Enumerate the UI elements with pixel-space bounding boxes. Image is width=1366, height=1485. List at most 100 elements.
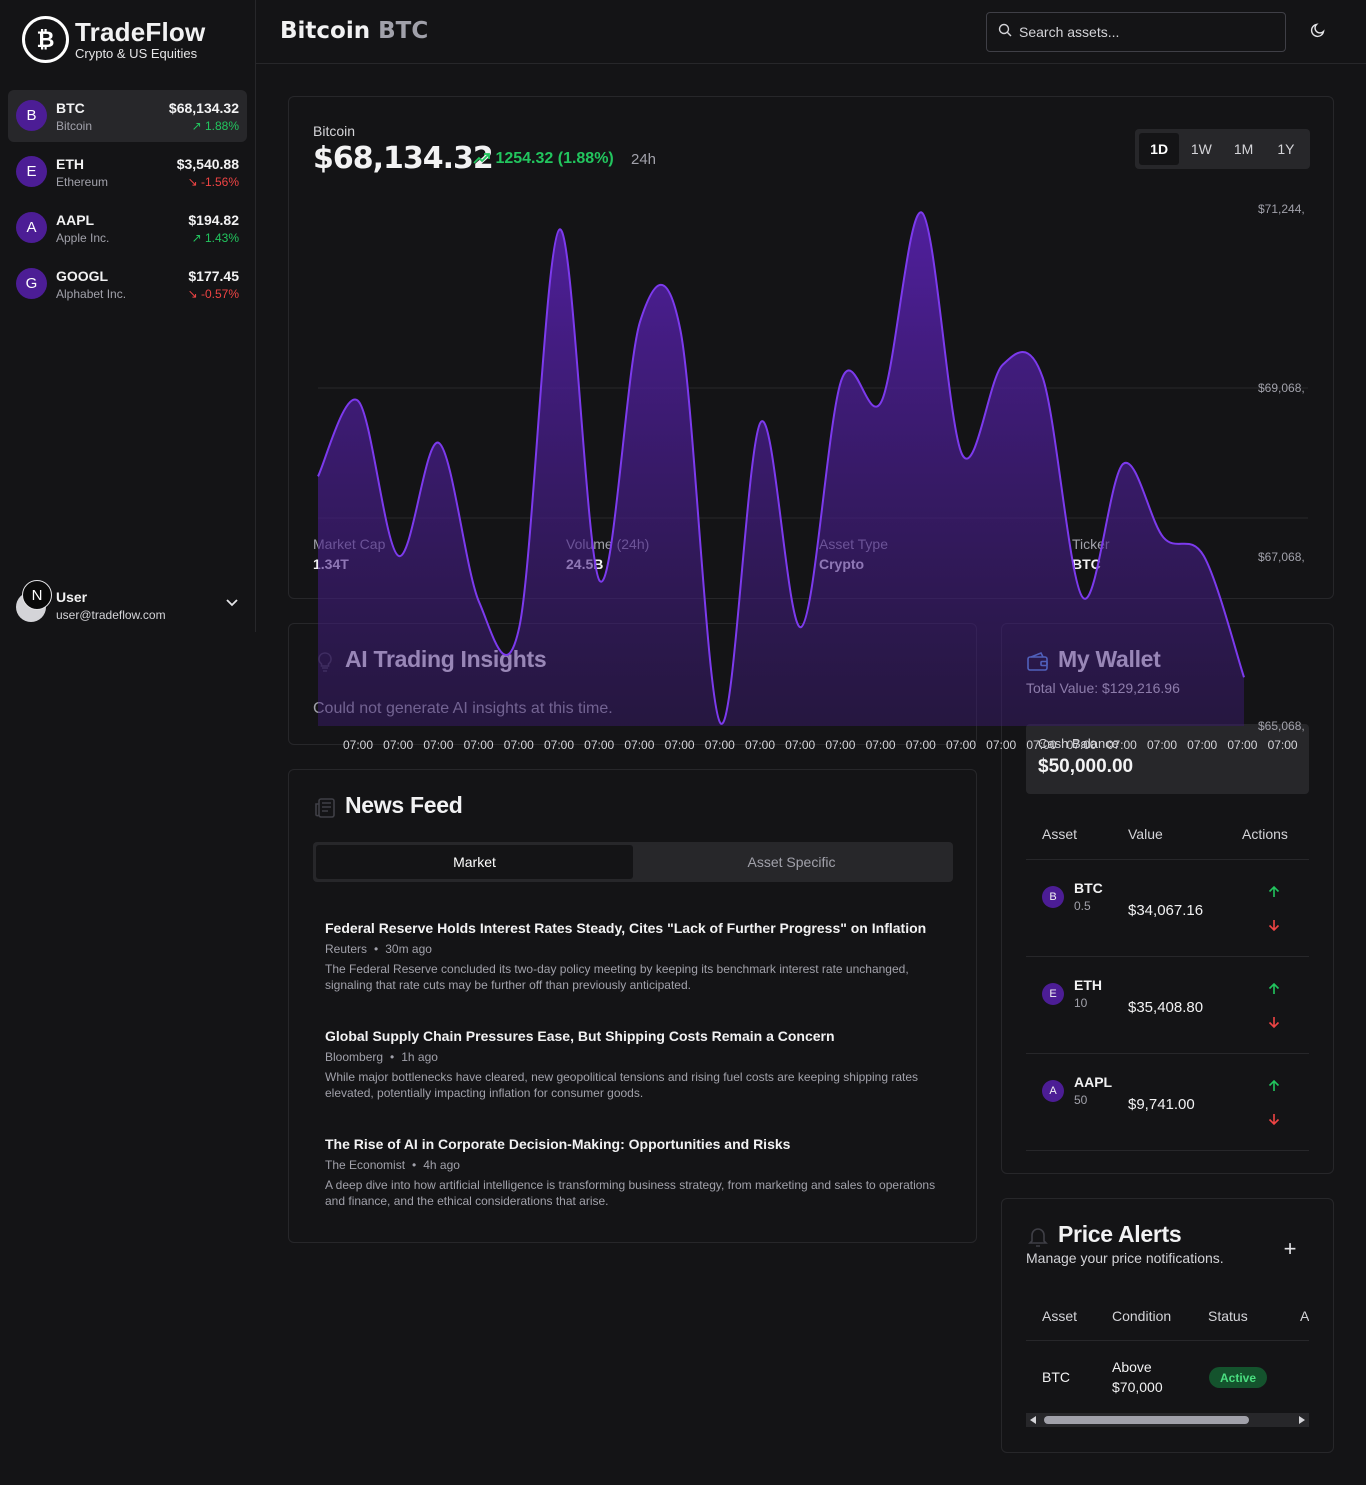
asset-avatar: B	[1042, 886, 1064, 908]
tab-1y[interactable]: 1Y	[1266, 133, 1306, 165]
alerts-table: Asset Condition Status A BTC Above $70,0…	[1026, 1295, 1309, 1413]
table-header: Asset Value Actions	[1026, 814, 1309, 860]
asset-change: ↗ 1.43%	[191, 231, 239, 245]
current-price: $68,134.32	[313, 141, 494, 176]
asset-price: $68,134.32	[168, 100, 239, 116]
asset-item-aapl[interactable]: A AAPL Apple Inc. $194.82 ↗ 1.43%	[8, 202, 247, 254]
user-name: User	[56, 589, 88, 605]
moon-icon	[1310, 23, 1325, 38]
ai-insights-message: Could not generate AI insights at this t…	[313, 700, 613, 717]
top-bar: Bitcoin BTC	[256, 0, 1366, 64]
trend-down-icon: ↘	[187, 287, 198, 301]
brand-name: TradeFlow	[75, 17, 206, 47]
asset-symbol: AAPL	[56, 212, 95, 228]
asset-change: ↗ 1.88%	[191, 119, 239, 133]
asset-price: $194.82	[188, 212, 239, 228]
news-summary: While major bottlenecks have cleared, ne…	[325, 1070, 918, 1100]
trend-down-icon: ↘	[187, 175, 198, 189]
tab-1w[interactable]: 1W	[1181, 133, 1221, 165]
horizontal-scrollbar[interactable]	[1026, 1413, 1309, 1427]
chevron-down-icon[interactable]	[226, 596, 238, 610]
asset-list: B BTC Bitcoin $68,134.32 ↗ 1.88% E ETH E…	[8, 90, 247, 314]
lightbulb-icon	[318, 652, 332, 672]
tab-market[interactable]: Market	[316, 845, 633, 879]
tab-1d[interactable]: 1D	[1139, 133, 1180, 165]
asset-name: Apple Inc.	[56, 231, 110, 245]
asset-symbol: GOOGL	[56, 268, 109, 284]
price-alerts-title: Price Alerts	[1058, 1221, 1182, 1247]
asset-avatar: A	[1042, 1080, 1064, 1102]
trend-up-icon: ↗	[191, 119, 202, 133]
asset-item-googl[interactable]: G GOOGL Alphabet Inc. $177.45 ↘ -0.57%	[8, 258, 247, 310]
user-menu[interactable]: N User user@tradeflow.com	[14, 578, 244, 624]
stat-volume: Volume (24h) 24.5B	[566, 536, 650, 572]
arrow-down-icon[interactable]	[1266, 1111, 1282, 1127]
wallet-title: My Wallet	[1058, 646, 1161, 672]
status-badge: Active	[1209, 1367, 1268, 1388]
table-row: BTC Above $70,000 Active	[1026, 1341, 1309, 1413]
news-title[interactable]: Global Supply Chain Pressures Ease, But …	[325, 1027, 945, 1045]
change-period: 24h	[631, 151, 657, 168]
news-meta: The Economist • 4h ago	[325, 1158, 460, 1172]
asset-avatar: E	[1042, 983, 1064, 1005]
asset-item-eth[interactable]: E ETH Ethereum $3,540.88 ↘ -1.56%	[8, 146, 247, 198]
asset-name: Alphabet Inc.	[56, 287, 127, 301]
ai-insights-title: AI Trading Insights	[345, 646, 547, 672]
search-input[interactable]	[1019, 13, 1279, 51]
chart-asset-name: Bitcoin	[313, 123, 356, 139]
bitcoin-logo-icon: ₿	[22, 16, 69, 63]
stat-asset-type: Asset Type Crypto	[819, 536, 889, 572]
news-feed-card: News Feed Market Asset Specific Federal …	[288, 769, 977, 1243]
wallet-card: My Wallet Total Value: $129,216.96 Cash …	[1001, 623, 1334, 1174]
news-item[interactable]: The Rise of AI in Corporate Decision-Mak…	[325, 1135, 945, 1243]
search-icon	[998, 23, 1012, 37]
holdings-table: Asset Value Actions B BTC 0.5 $34,067.16…	[1026, 814, 1309, 1151]
cash-balance-label: Cash Balance	[1038, 736, 1119, 751]
page-title: Bitcoin BTC	[280, 18, 429, 44]
arrow-up-icon[interactable]	[1266, 884, 1282, 900]
table-row: A AAPL 50 $9,741.00	[1026, 1054, 1309, 1151]
asset-change: ↘ -1.56%	[187, 175, 239, 189]
tab-asset-specific[interactable]: Asset Specific	[633, 845, 950, 879]
arrow-down-icon[interactable]	[1266, 917, 1282, 933]
tab-1m[interactable]: 1M	[1224, 133, 1264, 165]
news-summary: A deep dive into how artificial intellig…	[325, 1178, 936, 1208]
cash-balance-value: $50,000.00	[1038, 756, 1134, 777]
asset-symbol: ETH	[56, 156, 84, 172]
news-summary: The Federal Reserve concluded its two-da…	[325, 962, 909, 992]
theme-toggle-button[interactable]	[1310, 22, 1330, 42]
brand[interactable]: ₿ TradeFlow Crypto & US Equities	[22, 16, 205, 63]
asset-name: Ethereum	[56, 175, 109, 189]
asset-avatar: B	[16, 100, 47, 131]
avatar: N	[22, 580, 52, 610]
scroll-left-icon[interactable]	[1030, 1416, 1036, 1424]
wallet-icon	[1027, 651, 1048, 671]
price-change: 1254.32 (1.88%)	[473, 150, 614, 168]
table-header: Asset Condition Status A	[1026, 1295, 1309, 1341]
range-tabs: 1D 1W 1M 1Y	[1135, 129, 1310, 169]
wallet-total: Total Value: $129,216.96	[1026, 680, 1180, 696]
cash-balance: Cash Balance $50,000.00	[1026, 724, 1309, 794]
news-feed-title: News Feed	[345, 792, 463, 818]
arrow-down-icon[interactable]	[1266, 1014, 1282, 1030]
asset-change: ↘ -0.57%	[187, 287, 239, 301]
user-email: user@tradeflow.com	[56, 608, 166, 622]
news-list: Federal Reserve Holds Interest Rates Ste…	[325, 919, 945, 1243]
arrow-up-icon[interactable]	[1266, 981, 1282, 997]
scroll-right-icon[interactable]	[1299, 1416, 1305, 1424]
search-box[interactable]	[986, 12, 1286, 52]
newspaper-icon	[315, 798, 335, 818]
news-title[interactable]: The Rise of AI in Corporate Decision-Mak…	[325, 1135, 945, 1153]
asset-item-btc[interactable]: B BTC Bitcoin $68,134.32 ↗ 1.88%	[8, 90, 247, 142]
scrollbar-thumb[interactable]	[1044, 1416, 1249, 1424]
asset-avatar: E	[16, 156, 47, 187]
asset-name: Bitcoin	[56, 119, 93, 133]
news-tabs: Market Asset Specific	[313, 842, 953, 882]
add-alert-button[interactable]: +	[1280, 1236, 1300, 1261]
news-item[interactable]: Global Supply Chain Pressures Ease, But …	[325, 1027, 945, 1135]
arrow-up-icon[interactable]	[1266, 1078, 1282, 1094]
news-meta: Reuters • 30m ago	[325, 942, 432, 956]
news-title[interactable]: Federal Reserve Holds Interest Rates Ste…	[325, 919, 945, 937]
brand-tagline: Crypto & US Equities	[75, 46, 198, 61]
news-item[interactable]: Federal Reserve Holds Interest Rates Ste…	[325, 919, 945, 1027]
